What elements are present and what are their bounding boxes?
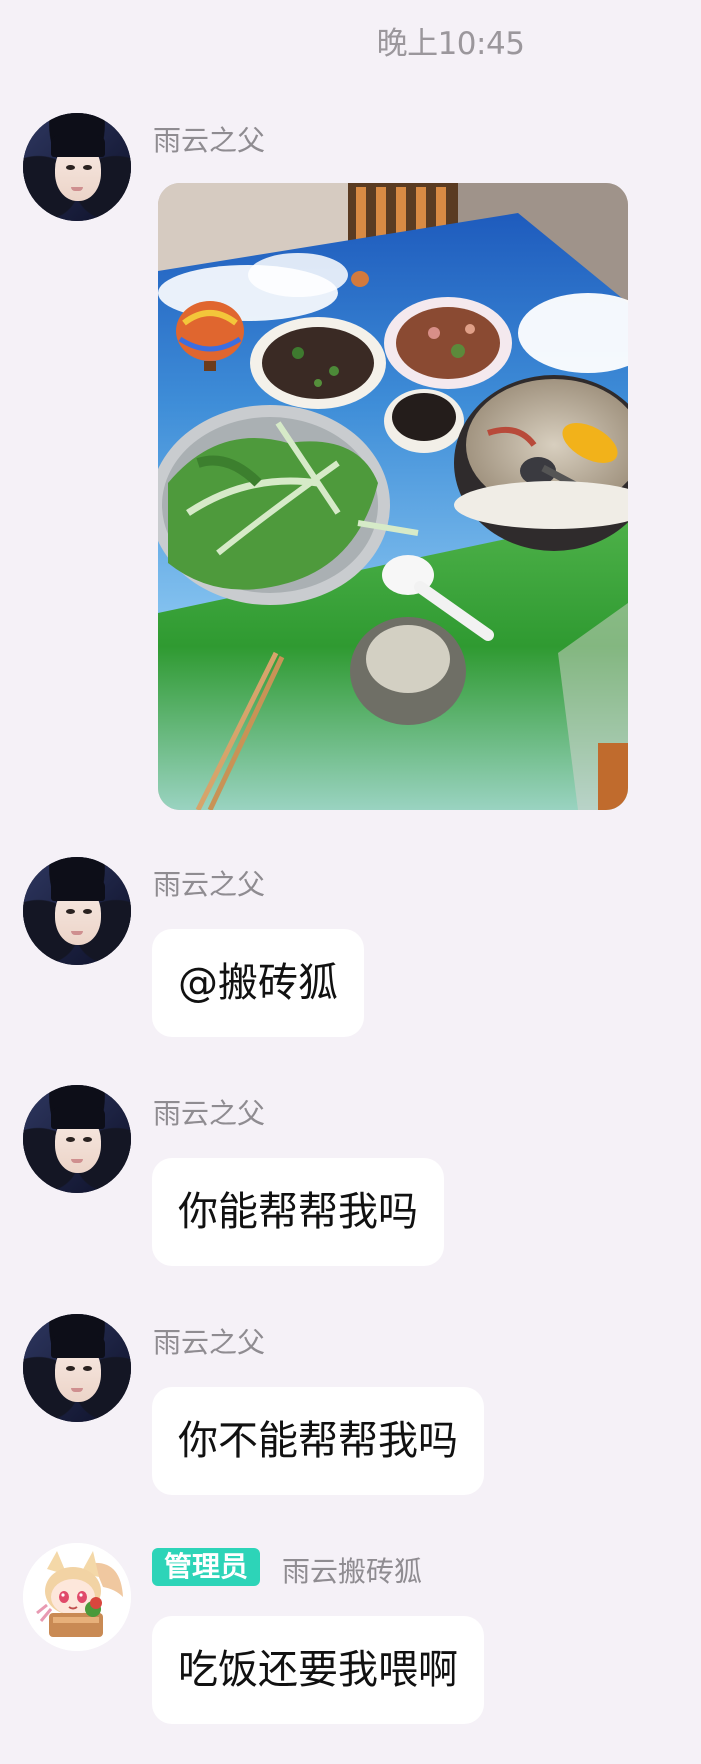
avatar[interactable] bbox=[23, 1314, 131, 1422]
avatar[interactable] bbox=[23, 1085, 131, 1193]
sender-name: 雨云之父 bbox=[153, 1097, 266, 1130]
timestamp: 晚上10:45 bbox=[376, 26, 525, 62]
sender-name: 雨云之父 bbox=[153, 124, 266, 157]
message-bubble[interactable]: 你能帮帮我吗 bbox=[152, 1158, 444, 1266]
avatar[interactable] bbox=[23, 857, 131, 965]
meal-photo-image bbox=[158, 183, 628, 810]
photo-message[interactable] bbox=[158, 183, 628, 810]
fox-girl-avatar-icon bbox=[23, 1543, 131, 1651]
sender-name: 雨云之父 bbox=[153, 1326, 266, 1359]
admin-badge: 管理员 bbox=[152, 1548, 261, 1586]
message-bubble[interactable]: 吃饭还要我喂啊 bbox=[152, 1616, 484, 1724]
avatar[interactable] bbox=[23, 113, 131, 221]
message-bubble[interactable]: @搬砖狐 bbox=[152, 929, 364, 1037]
avatar[interactable] bbox=[23, 1543, 131, 1651]
sender-name: 雨云之父 bbox=[153, 868, 266, 901]
sender-name: 雨云搬砖狐 bbox=[282, 1555, 423, 1588]
message-bubble[interactable]: 你不能帮帮我吗 bbox=[152, 1387, 484, 1495]
